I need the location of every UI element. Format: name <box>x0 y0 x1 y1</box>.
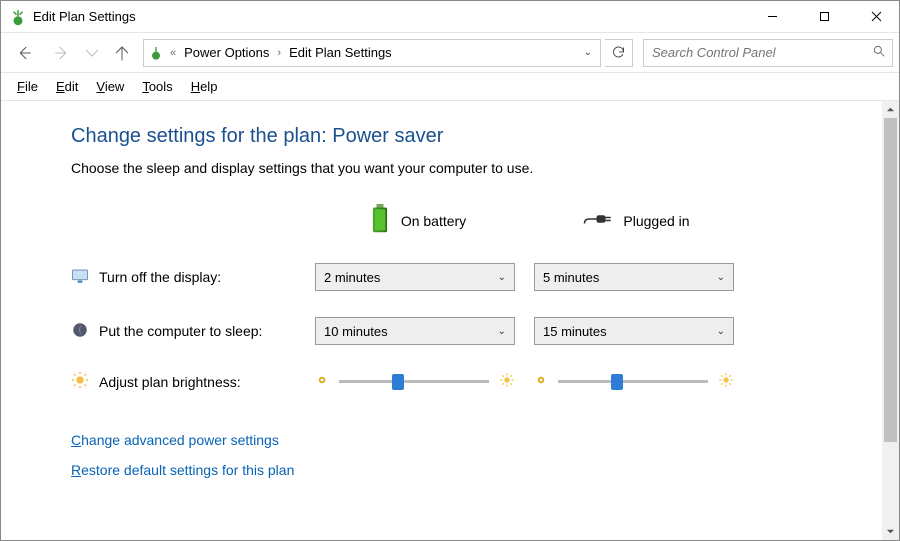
search-box[interactable] <box>643 39 893 67</box>
column-on-battery: On battery <box>315 204 520 237</box>
forward-button[interactable] <box>45 39 79 67</box>
refresh-button[interactable] <box>605 39 633 67</box>
column-plugged-in: Plugged in <box>534 211 739 230</box>
chevron-down-icon: ⌄ <box>498 272 506 283</box>
restore-defaults-link[interactable]: Restore default settings for this plan <box>71 462 882 478</box>
breadcrumb-item[interactable]: Edit Plan Settings <box>287 45 394 60</box>
brightness-high-icon <box>718 372 734 391</box>
address-history-chevron[interactable]: ⌄ <box>580 47 596 58</box>
row-label-text: Put the computer to sleep: <box>99 323 262 339</box>
battery-icon <box>369 204 391 237</box>
monitor-icon <box>71 267 89 288</box>
minimize-button[interactable] <box>749 2 795 32</box>
power-options-icon <box>148 45 164 61</box>
slider-track[interactable] <box>558 380 708 383</box>
column-label: On battery <box>401 213 466 229</box>
vertical-scrollbar[interactable] <box>882 101 899 540</box>
slider-thumb[interactable] <box>392 374 404 390</box>
search-input[interactable] <box>650 44 868 61</box>
breadcrumb-item[interactable]: Power Options <box>182 45 271 60</box>
scroll-down-button[interactable] <box>882 523 899 540</box>
menu-tools[interactable]: Tools <box>134 77 180 96</box>
address-bar[interactable]: « Power Options › Edit Plan Settings ⌄ <box>143 39 601 67</box>
chevron-right-icon: › <box>275 47 283 59</box>
page-content: Change settings for the plan: Power save… <box>1 101 882 540</box>
moon-icon <box>71 321 89 342</box>
dropdown-value: 5 minutes <box>543 270 599 285</box>
sun-icon <box>71 371 89 392</box>
up-button[interactable] <box>105 39 139 67</box>
dropdown-value: 15 minutes <box>543 324 607 339</box>
display-timeout-battery-dropdown[interactable]: 2 minutes ⌄ <box>315 263 515 291</box>
brightness-plugged-slider[interactable] <box>534 372 734 391</box>
menu-edit[interactable]: Edit <box>48 77 86 96</box>
row-label-text: Adjust plan brightness: <box>99 374 241 390</box>
menu-file[interactable]: File <box>9 77 46 96</box>
maximize-button[interactable] <box>801 2 847 32</box>
row-brightness: Adjust plan brightness: <box>71 371 301 392</box>
chevron-down-icon: ⌄ <box>717 326 725 337</box>
row-turn-off-display: Turn off the display: <box>71 267 301 288</box>
titlebar: Edit Plan Settings <box>1 1 899 33</box>
slider-thumb[interactable] <box>611 374 623 390</box>
app-icon <box>9 8 27 26</box>
close-button[interactable] <box>853 2 899 32</box>
brightness-high-icon <box>499 372 515 391</box>
brightness-low-icon <box>315 373 329 390</box>
dropdown-value: 10 minutes <box>324 324 388 339</box>
page-title: Change settings for the plan: Power save… <box>71 125 882 148</box>
sleep-timeout-battery-dropdown[interactable]: 10 minutes ⌄ <box>315 317 515 345</box>
breadcrumb-prefix: « <box>168 47 178 59</box>
scroll-track[interactable] <box>882 118 899 523</box>
menubar: File Edit View Tools Help <box>1 73 899 101</box>
scroll-thumb[interactable] <box>884 118 897 442</box>
scroll-up-button[interactable] <box>882 101 899 118</box>
recent-locations-button[interactable] <box>83 39 101 67</box>
menu-view[interactable]: View <box>88 77 132 96</box>
dropdown-value: 2 minutes <box>324 270 380 285</box>
navbar: « Power Options › Edit Plan Settings ⌄ <box>1 33 899 73</box>
row-label-text: Turn off the display: <box>99 269 221 285</box>
search-icon[interactable] <box>872 44 886 61</box>
row-sleep: Put the computer to sleep: <box>71 321 301 342</box>
plug-icon <box>583 211 613 230</box>
menu-help[interactable]: Help <box>183 77 226 96</box>
back-button[interactable] <box>7 39 41 67</box>
chevron-down-icon: ⌄ <box>717 272 725 283</box>
page-subtext: Choose the sleep and display settings th… <box>71 160 882 176</box>
display-timeout-plugged-dropdown[interactable]: 5 minutes ⌄ <box>534 263 734 291</box>
brightness-battery-slider[interactable] <box>315 372 515 391</box>
slider-track[interactable] <box>339 380 489 383</box>
chevron-down-icon: ⌄ <box>498 326 506 337</box>
brightness-low-icon <box>534 373 548 390</box>
change-advanced-link[interactable]: Change advanced power settings <box>71 432 882 448</box>
column-label: Plugged in <box>623 213 689 229</box>
window-title: Edit Plan Settings <box>33 9 136 24</box>
sleep-timeout-plugged-dropdown[interactable]: 15 minutes ⌄ <box>534 317 734 345</box>
